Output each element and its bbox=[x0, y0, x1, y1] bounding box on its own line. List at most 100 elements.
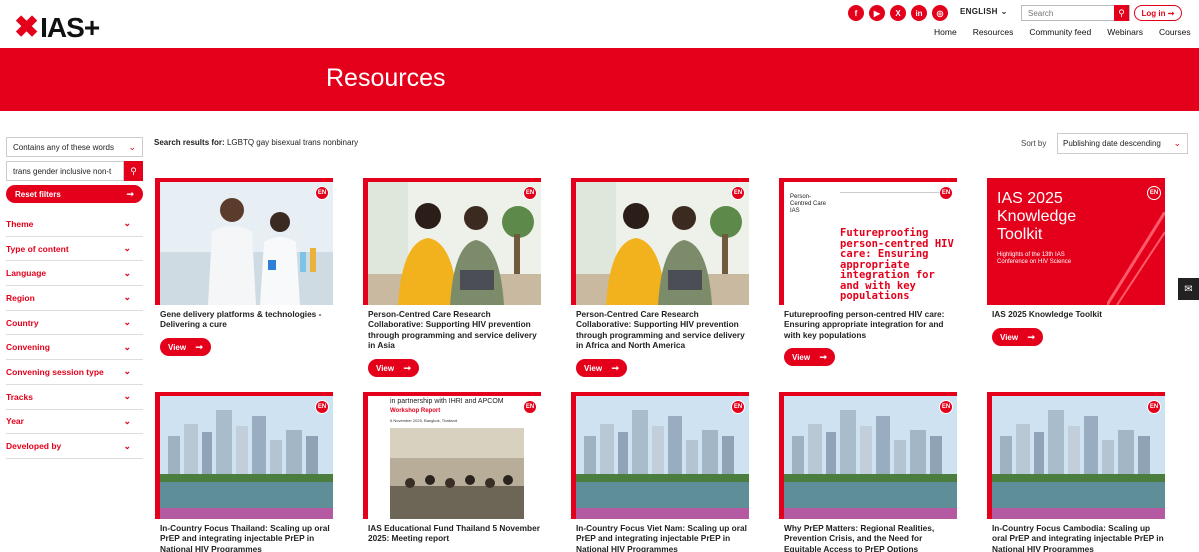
poster-subtitle: Highlights of the 13th IAS Conference on… bbox=[997, 252, 1072, 265]
card-thumbnail[interactable]: EN bbox=[571, 178, 749, 305]
view-button[interactable]: View ➞ bbox=[992, 328, 1043, 346]
filter-convening-session-type[interactable]: Convening session type ⌄ bbox=[6, 360, 143, 385]
card-thumbnail[interactable]: EN bbox=[155, 392, 333, 519]
instagram-icon[interactable]: ◎ bbox=[932, 5, 948, 21]
filter-tracks[interactable]: Tracks ⌄ bbox=[6, 385, 143, 410]
nav-home[interactable]: Home bbox=[934, 27, 957, 37]
nav-courses[interactable]: Courses bbox=[1159, 27, 1191, 37]
card-title[interactable]: In-Country Focus Viet Nam: Scaling up or… bbox=[576, 523, 751, 552]
chevron-down-icon: ⌄ bbox=[123, 440, 131, 451]
sort-select[interactable]: Publishing date descending ⌄ bbox=[1057, 133, 1188, 154]
card-thumbnail[interactable]: EN bbox=[571, 392, 749, 519]
chevron-down-icon: ⌄ bbox=[123, 391, 131, 402]
card-thumbnail[interactable]: EN bbox=[987, 392, 1165, 519]
chevron-down-icon: ⌄ bbox=[123, 292, 131, 303]
card-thumbnail[interactable]: in partnership with IHRI and APCOM Works… bbox=[363, 392, 541, 519]
nav-resources[interactable]: Resources bbox=[973, 27, 1014, 37]
poster-label: Workshop Report bbox=[390, 408, 441, 414]
youtube-icon[interactable]: ▶ bbox=[869, 5, 885, 21]
page-title: Resources bbox=[326, 64, 446, 92]
card-title[interactable]: IAS Educational Fund Thailand 5 November… bbox=[368, 523, 543, 544]
x-icon[interactable]: X bbox=[890, 5, 906, 21]
facebook-icon[interactable]: f bbox=[848, 5, 864, 21]
keyword-search: trans gender inclusive non-t ⚲ bbox=[6, 161, 143, 181]
language-badge: EN bbox=[1147, 400, 1161, 414]
view-label: View bbox=[584, 363, 603, 373]
ribbon-graphic bbox=[1107, 212, 1165, 305]
view-button[interactable]: View ➞ bbox=[784, 348, 835, 366]
filter-language[interactable]: Language ⌄ bbox=[6, 261, 143, 287]
arrow-right-icon: ➞ bbox=[403, 362, 411, 373]
keyword-input[interactable]: trans gender inclusive non-t bbox=[6, 161, 124, 181]
search-box: ⚲ bbox=[1021, 5, 1130, 21]
card-thumbnail[interactable]: EN bbox=[363, 178, 541, 305]
card-thumbnail[interactable]: EN bbox=[155, 178, 333, 305]
filter-type-of-content[interactable]: Type of content ⌄ bbox=[6, 237, 143, 262]
view-button[interactable]: View ➞ bbox=[160, 338, 211, 356]
poster-partner-text: in partnership with IHRI and APCOM bbox=[390, 398, 504, 405]
site-header: ✖ IAS+ f ▶ X in ◎ ENGLISH⌄ ⚲ Log in ➞ Ho… bbox=[0, 0, 1199, 48]
filter-country[interactable]: Country ⌄ bbox=[6, 311, 143, 336]
chevron-down-icon: ⌄ bbox=[1173, 138, 1181, 148]
reset-filters-button[interactable]: Reset filters ➞ bbox=[6, 185, 143, 203]
search-icon[interactable]: ⚲ bbox=[1114, 5, 1129, 21]
card-title[interactable]: In-Country Focus Thailand: Scaling up or… bbox=[160, 523, 335, 552]
filter-region[interactable]: Region ⌄ bbox=[6, 286, 143, 311]
card-image bbox=[992, 396, 1165, 519]
filter-label: Developed by bbox=[6, 441, 62, 452]
arrow-right-icon: ➞ bbox=[1027, 331, 1035, 342]
language-selector[interactable]: ENGLISH ⌄ bbox=[960, 7, 1008, 16]
filter-year[interactable]: Year ⌄ bbox=[6, 410, 143, 435]
card-title[interactable]: Person-Centred Care Research Collaborati… bbox=[368, 309, 543, 350]
city-skyline-image bbox=[576, 396, 749, 519]
lab-scientists-image bbox=[160, 182, 333, 305]
page-banner: Resources bbox=[0, 48, 1199, 111]
poster-date: 5 November 2025, Bangkok, Thailand bbox=[390, 418, 458, 423]
card-image bbox=[160, 396, 333, 519]
view-label: View bbox=[376, 363, 395, 373]
card-title[interactable]: Futureproofing person-centred HIV care: … bbox=[784, 309, 959, 340]
chevron-down-icon: ⌄ bbox=[123, 415, 131, 426]
arrow-right-icon: ➞ bbox=[195, 341, 203, 352]
card-thumbnail[interactable]: Person-Centred Care IAS Futureproofing p… bbox=[779, 178, 957, 305]
card-thumbnail[interactable]: IAS 2025 Knowledge Toolkit Highlights of… bbox=[987, 178, 1165, 305]
view-button[interactable]: View ➞ bbox=[576, 359, 627, 377]
ias-logo[interactable]: ✖ IAS+ bbox=[14, 10, 100, 45]
search-icon[interactable]: ⚲ bbox=[124, 161, 143, 181]
city-skyline-image bbox=[992, 396, 1165, 519]
card-image bbox=[576, 182, 749, 305]
city-skyline-image bbox=[160, 396, 333, 519]
chevron-down-icon: ⌄ bbox=[128, 141, 136, 152]
match-mode-select[interactable]: Contains any of these words ⌄ bbox=[6, 137, 143, 157]
chat-icon[interactable]: ✉ bbox=[1178, 278, 1199, 300]
search-input[interactable] bbox=[1022, 6, 1114, 20]
card-title[interactable]: IAS 2025 Knowledge Toolkit bbox=[992, 309, 1167, 319]
nav-webinars[interactable]: Webinars bbox=[1107, 27, 1143, 37]
card-thumbnail[interactable]: EN bbox=[779, 392, 957, 519]
card-title[interactable]: Why PrEP Matters: Regional Realities, Pr… bbox=[784, 523, 959, 552]
language-badge: EN bbox=[731, 186, 745, 200]
linkedin-icon[interactable]: in bbox=[911, 5, 927, 21]
nav-community-feed[interactable]: Community feed bbox=[1029, 27, 1091, 37]
chevron-down-icon: ⌄ bbox=[123, 218, 131, 229]
filter-label: Language bbox=[6, 268, 47, 279]
filter-label: Convening session type bbox=[6, 366, 104, 377]
filter-theme[interactable]: Theme ⌄ bbox=[6, 212, 143, 237]
login-button[interactable]: Log in ➞ bbox=[1134, 5, 1182, 21]
filter-label: Type of content bbox=[6, 243, 69, 254]
view-button[interactable]: View ➞ bbox=[368, 359, 419, 377]
group-photo-image bbox=[390, 428, 524, 519]
reset-filters-label: Reset filters bbox=[15, 189, 61, 199]
filter-developed-by[interactable]: Developed by ⌄ bbox=[6, 434, 143, 459]
login-label: Log in bbox=[1141, 8, 1166, 18]
view-label: View bbox=[1000, 332, 1019, 342]
card-image bbox=[784, 396, 957, 519]
language-label: ENGLISH bbox=[960, 7, 998, 16]
card-title[interactable]: Person-Centred Care Research Collaborati… bbox=[576, 309, 751, 350]
filter-convening[interactable]: Convening ⌄ bbox=[6, 335, 143, 361]
red-ribbon-icon: ✖ bbox=[14, 11, 39, 44]
sort-by-label: Sort by bbox=[1021, 139, 1047, 148]
match-mode-value: Contains any of these words bbox=[13, 142, 114, 152]
card-title[interactable]: In-Country Focus Cambodia: Scaling up or… bbox=[992, 523, 1167, 552]
card-title[interactable]: Gene delivery platforms & technologies -… bbox=[160, 309, 335, 330]
